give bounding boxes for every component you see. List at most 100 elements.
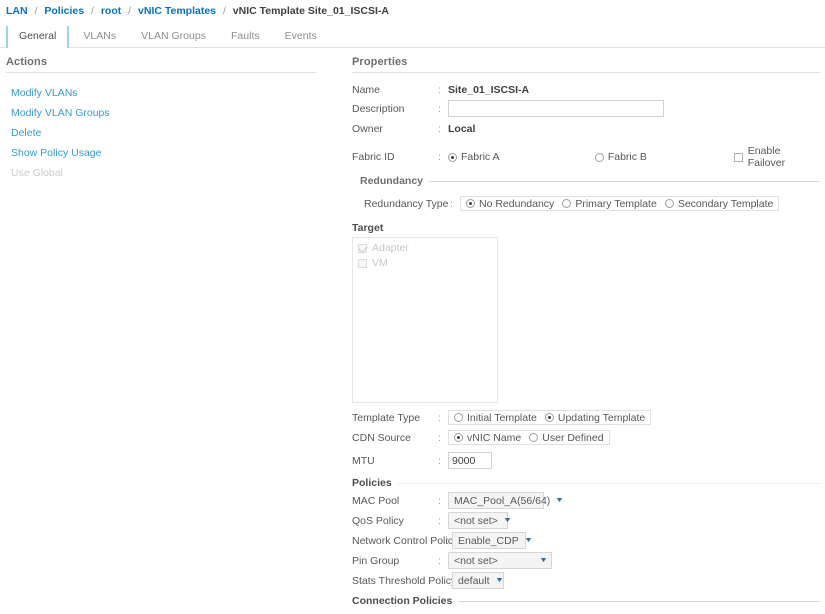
radio-no-redundancy[interactable]: No Redundancy [466, 198, 554, 210]
dropdown-pin-group-value: <not set> [454, 555, 498, 567]
breadcrumb-item-root[interactable]: root [101, 5, 121, 17]
description-label: Description [352, 103, 438, 115]
breadcrumb-separator: / [87, 5, 98, 17]
dropdown-qos-policy-value: <not set> [454, 515, 498, 527]
field-row-description: Description : [352, 100, 820, 117]
breadcrumb-separator: / [219, 5, 230, 17]
action-modify-vlan-groups[interactable]: Modify VLAN Groups [6, 103, 316, 123]
target-item-vm: VM [358, 257, 492, 269]
checkbox-enable-failover[interactable]: Enable Failover [734, 145, 820, 169]
dropdown-stats-threshold-policy[interactable]: default ▼ [452, 572, 504, 589]
radio-vnic-name[interactable]: vNIC Name [454, 432, 521, 444]
dropdown-network-control-policy[interactable]: Enable_CDP ▼ [452, 532, 526, 549]
breadcrumb-separator: / [31, 5, 42, 17]
radio-off-icon [595, 153, 604, 162]
tab-vlan-groups[interactable]: VLAN Groups [130, 26, 217, 48]
action-delete[interactable]: Delete [6, 123, 316, 143]
radio-fabric-b-label: Fabric B [608, 151, 647, 163]
colon: : [438, 555, 448, 567]
breadcrumb: LAN / Policies / root / vNIC Templates /… [0, 0, 825, 18]
radio-user-defined-label: User Defined [542, 432, 603, 444]
colon: : [438, 412, 448, 424]
target-item-adapter: Adapter [358, 242, 492, 254]
chevron-down-icon: ▼ [524, 537, 533, 544]
stats-threshold-policy-label: Stats Threshold Policy [352, 575, 446, 587]
field-row-fabric-id: Fabric ID : Fabric A Fabric B Enable Fai… [352, 145, 820, 169]
properties-title: Properties [352, 56, 820, 73]
dropdown-pin-group[interactable]: <not set> ▼ [448, 552, 552, 569]
radio-on-icon [448, 153, 457, 162]
name-label: Name [352, 84, 438, 96]
action-modify-vlans[interactable]: Modify VLANs [6, 83, 316, 103]
redundancy-type-label: Redundancy Type [352, 198, 450, 210]
tab-faults[interactable]: Faults [220, 26, 271, 48]
colon: : [438, 103, 448, 115]
radio-user-defined[interactable]: User Defined [529, 432, 603, 444]
breadcrumb-item-vnic-templates[interactable]: vNIC Templates [138, 5, 216, 17]
enable-failover-label: Enable Failover [748, 145, 820, 169]
radio-off-icon [665, 199, 674, 208]
radio-on-icon [454, 433, 463, 442]
radio-fabric-a[interactable]: Fabric A [448, 151, 595, 163]
mac-pool-label: MAC Pool [352, 495, 438, 507]
breadcrumb-item-policies[interactable]: Policies [44, 5, 84, 17]
radio-vnic-name-label: vNIC Name [467, 432, 521, 444]
radio-initial-template[interactable]: Initial Template [454, 412, 537, 424]
properties-panel: Properties Name : Site_01_ISCSI-A Descri… [352, 56, 820, 614]
chevron-down-icon: ▼ [494, 577, 503, 584]
qos-policy-label: QoS Policy [352, 515, 438, 527]
cdn-source-label: CDN Source [352, 432, 438, 444]
field-row-name: Name : Site_01_ISCSI-A [352, 81, 820, 98]
tab-vlans[interactable]: VLANs [72, 26, 127, 48]
fabric-id-label: Fabric ID [352, 151, 438, 163]
field-row-pin-group: Pin Group : <not set> ▼ [352, 552, 820, 569]
radio-group-cdn-source: vNIC Name User Defined [448, 430, 610, 445]
field-row-cdn-source: CDN Source : vNIC Name User Defined [352, 429, 820, 446]
owner-label: Owner [352, 123, 438, 135]
action-use-global: Use Global [6, 163, 316, 183]
group-header-target-label: Target [352, 222, 383, 234]
group-header-policies: Policies [352, 477, 820, 489]
action-show-policy-usage[interactable]: Show Policy Usage [6, 143, 316, 163]
radio-fabric-a-label: Fabric A [461, 151, 500, 163]
checkbox-off-icon [734, 153, 743, 162]
checkbox-checked-disabled-icon [358, 244, 367, 253]
dropdown-mac-pool[interactable]: MAC_Pool_A(56/64) ▼ [448, 492, 544, 509]
radio-secondary-template[interactable]: Secondary Template [665, 198, 774, 210]
owner-value: Local [448, 123, 475, 135]
field-row-redundancy-type: Redundancy Type : No Redundancy Primary … [352, 195, 820, 212]
description-input[interactable] [448, 100, 664, 117]
target-item-vm-label: VM [372, 257, 388, 269]
tab-general[interactable]: General [6, 26, 69, 48]
radio-updating-template-label: Updating Template [558, 412, 645, 424]
group-header-policies-label: Policies [352, 477, 392, 489]
radio-off-icon [529, 433, 538, 442]
dropdown-qos-policy[interactable]: <not set> ▼ [448, 512, 508, 529]
field-row-stats-threshold-policy: Stats Threshold Policy : default ▼ [352, 572, 820, 589]
dropdown-network-control-policy-value: Enable_CDP [458, 535, 519, 547]
actions-list: Modify VLANs Modify VLAN Groups Delete S… [6, 73, 316, 183]
radio-fabric-b[interactable]: Fabric B [595, 151, 734, 163]
colon: : [438, 151, 448, 163]
tab-events[interactable]: Events [274, 26, 328, 48]
radio-no-redundancy-label: No Redundancy [479, 198, 554, 210]
target-list-box[interactable]: Adapter VM [352, 237, 498, 403]
field-row-owner: Owner : Local [352, 120, 820, 137]
group-header-redundancy: Redundancy [352, 175, 820, 187]
group-header-redundancy-label: Redundancy [360, 175, 423, 187]
mtu-label: MTU [352, 455, 438, 467]
chevron-down-icon: ▼ [503, 517, 512, 524]
mtu-input[interactable] [448, 452, 492, 469]
breadcrumb-item-lan[interactable]: LAN [6, 5, 28, 17]
radio-primary-template[interactable]: Primary Template [562, 198, 657, 210]
divider [458, 601, 820, 602]
field-row-mac-pool: MAC Pool : MAC_Pool_A(56/64) ▼ [352, 492, 820, 509]
actions-panel: Actions Modify VLANs Modify VLAN Groups … [6, 56, 316, 183]
radio-updating-template[interactable]: Updating Template [545, 412, 645, 424]
dropdown-stats-threshold-policy-value: default [458, 575, 490, 587]
field-row-mtu: MTU : [352, 452, 820, 469]
radio-primary-template-label: Primary Template [575, 198, 657, 210]
radio-initial-template-label: Initial Template [467, 412, 537, 424]
colon: : [438, 432, 448, 444]
radio-secondary-template-label: Secondary Template [678, 198, 774, 210]
